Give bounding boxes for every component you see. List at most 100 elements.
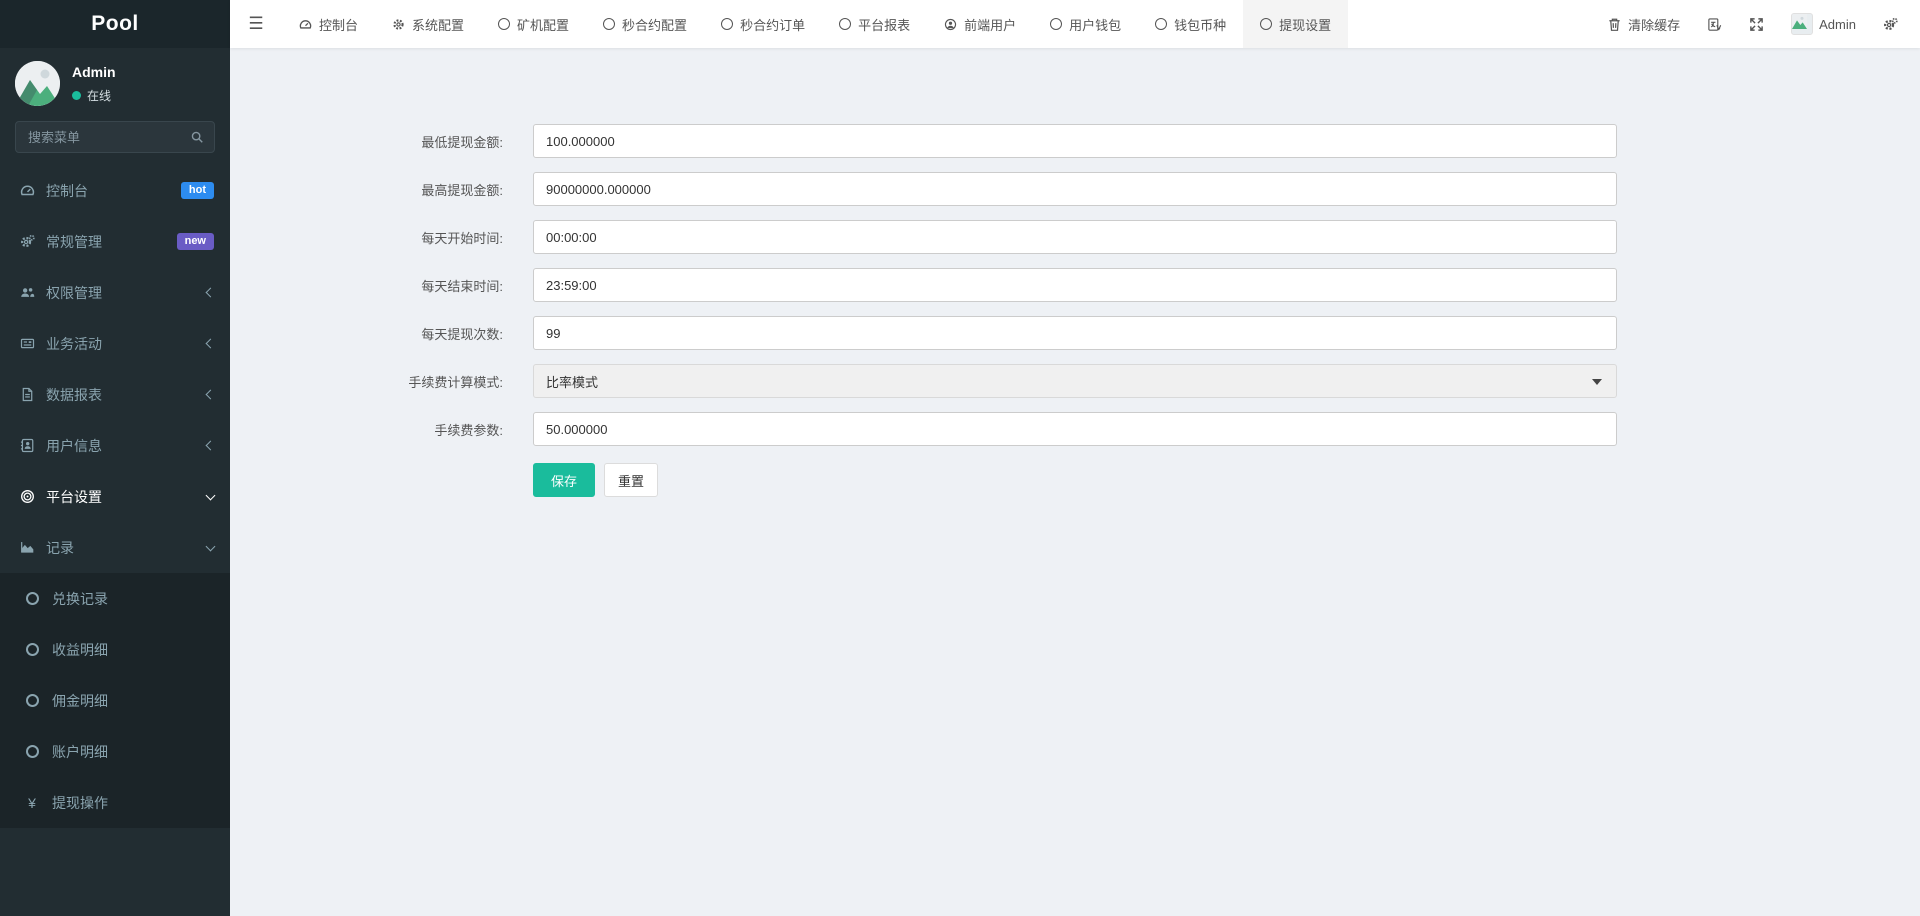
fullscreen-button[interactable] [1749,17,1764,32]
sidebar-item-business[interactable]: 业务活动 [0,318,230,369]
contacts-icon [16,438,38,453]
menu-search-input[interactable] [26,128,190,146]
form-actions: 保存 重置 [533,463,1920,497]
fee-mode-label: 手续费计算模式: [408,374,503,390]
save-button[interactable]: 保存 [533,463,596,497]
tab-label: 控制台 [319,17,359,33]
fee-param-label: 手续费参数: [434,422,503,438]
tab-withdraw-settings[interactable]: 提现设置 [1243,0,1349,48]
sidebar-search [15,121,215,153]
tab-label: 秒合约订单 [740,17,806,33]
app-logo: Pool [0,0,230,48]
tab-seconds-contract-orders[interactable]: 秒合约订单 [704,0,822,48]
form-row: 每天结束时间: [230,268,1920,302]
form-row: 最高提现金额: [230,172,1920,206]
tab-platform-report[interactable]: 平台报表 [822,0,927,48]
sidebar-item-label: 数据报表 [46,386,102,403]
sidebar-item-dashboard[interactable]: 控制台 hot [0,165,230,216]
sidebar-item-label: 业务活动 [46,335,102,352]
submenu-item-label: 佣金明细 [52,692,108,709]
tab-system-config[interactable]: 系统配置 [375,0,481,48]
form-row: 每天提现次数: [230,316,1920,350]
daily-start-time-label: 每天开始时间: [421,230,503,246]
chevron-left-icon [205,287,216,298]
circle-icon [22,643,42,656]
user-panel: Admin 在线 [0,48,230,115]
tab-user-wallet[interactable]: 用户钱包 [1033,0,1138,48]
tab-label: 前端用户 [964,17,1017,33]
submenu-item-exchange-records[interactable]: 兑换记录 [0,573,230,624]
tab-dashboard[interactable]: 控制台 [282,0,375,48]
avatar [15,61,60,106]
tab-frontend-users[interactable]: 前端用户 [927,0,1033,48]
daily-withdraw-count-input[interactable] [533,316,1617,350]
user-name: Admin [72,63,116,80]
users-icon [16,285,38,300]
sidebar-item-reports[interactable]: 数据报表 [0,369,230,420]
sidebar-item-label: 平台设置 [46,488,102,505]
chart-icon [16,540,38,555]
tab-miner-config[interactable]: 矿机配置 [481,0,586,48]
circle-icon [1155,18,1168,30]
sidebar-toggle-icon[interactable]: ☰ [230,0,282,48]
submenu-item-label: 兑换记录 [52,590,108,607]
sidebar-menu: 控制台 hot 常规管理 new 权限管理 业务活动 数据报表 用户信息 平台设… [0,165,230,573]
records-submenu: 兑换记录 收益明细 佣金明细 账户明细 ¥ 提现操作 [0,573,230,828]
username-label: Admin [1819,16,1856,32]
clear-cache-button[interactable]: 清除缓存 [1607,15,1680,34]
avatar [1791,13,1814,35]
tab-wallet-currency[interactable]: 钱包币种 [1138,0,1243,48]
online-dot-icon [72,90,81,100]
caret-down-icon [1592,379,1602,385]
bullseye-icon [16,489,38,504]
circle-icon [22,694,42,707]
sidebar: Pool Admin 在线 控制台 hot 常规管理 new [0,0,230,916]
form-row: 手续费参数: [230,412,1920,446]
chevron-left-icon [205,389,216,400]
settings-button[interactable] [1883,17,1898,32]
tab-label: 提现设置 [1279,17,1332,33]
translate-icon [1708,17,1722,31]
fee-mode-select[interactable]: 比率模式 [533,364,1617,398]
dashboard-icon [299,19,312,29]
chevron-down-icon [205,541,216,551]
tab-seconds-contract-config[interactable]: 秒合约配置 [586,0,704,48]
sidebar-item-records[interactable]: 记录 [0,522,230,573]
circle-icon [1050,18,1063,30]
chevron-left-icon [205,440,216,451]
submenu-item-label: 收益明细 [52,641,108,658]
max-withdraw-input[interactable] [533,172,1617,206]
fullscreen-icon [1750,17,1763,31]
search-icon[interactable] [190,130,204,144]
hot-badge: hot [180,181,214,200]
sidebar-item-general[interactable]: 常规管理 new [0,216,230,267]
sidebar-item-userinfo[interactable]: 用户信息 [0,420,230,471]
daily-withdraw-count-label: 每天提现次数: [421,326,503,342]
new-badge: new [176,232,214,251]
submenu-item-commission-details[interactable]: 佣金明细 [0,675,230,726]
submenu-item-income-details[interactable]: 收益明细 [0,624,230,675]
reset-button[interactable]: 重置 [604,463,659,497]
sidebar-item-label: 控制台 [46,182,88,199]
nav-tabs: 控制台 系统配置 矿机配置 秒合约配置 秒合约订单 平台报表 前端用户 用户钱包… [282,0,1349,48]
submenu-item-label: 账户明细 [52,743,108,760]
submenu-item-withdraw-operation[interactable]: ¥ 提现操作 [0,777,230,828]
translate-button[interactable] [1707,17,1722,32]
user-meta: Admin 在线 [72,64,116,104]
form-row: 手续费计算模式: 比率模式 [230,364,1920,398]
submenu-item-label: 提现操作 [52,794,108,811]
tab-label: 矿机配置 [517,17,570,33]
top-navbar: ☰ 控制台 系统配置 矿机配置 秒合约配置 秒合约订单 平台报表 前端用户 用户… [230,0,1920,48]
daily-start-time-input[interactable] [533,220,1617,254]
fee-param-input[interactable] [533,412,1617,446]
user-status-label: 在线 [87,88,112,103]
sidebar-item-platform-settings[interactable]: 平台设置 [0,471,230,522]
daily-end-time-input[interactable] [533,268,1617,302]
sidebar-item-permissions[interactable]: 权限管理 [0,267,230,318]
tab-label: 钱包币种 [1174,17,1227,33]
sidebar-item-label: 用户信息 [46,437,102,454]
min-withdraw-input[interactable] [533,124,1617,158]
user-menu[interactable]: Admin [1791,13,1856,35]
tab-label: 系统配置 [412,17,465,33]
submenu-item-account-details[interactable]: 账户明细 [0,726,230,777]
